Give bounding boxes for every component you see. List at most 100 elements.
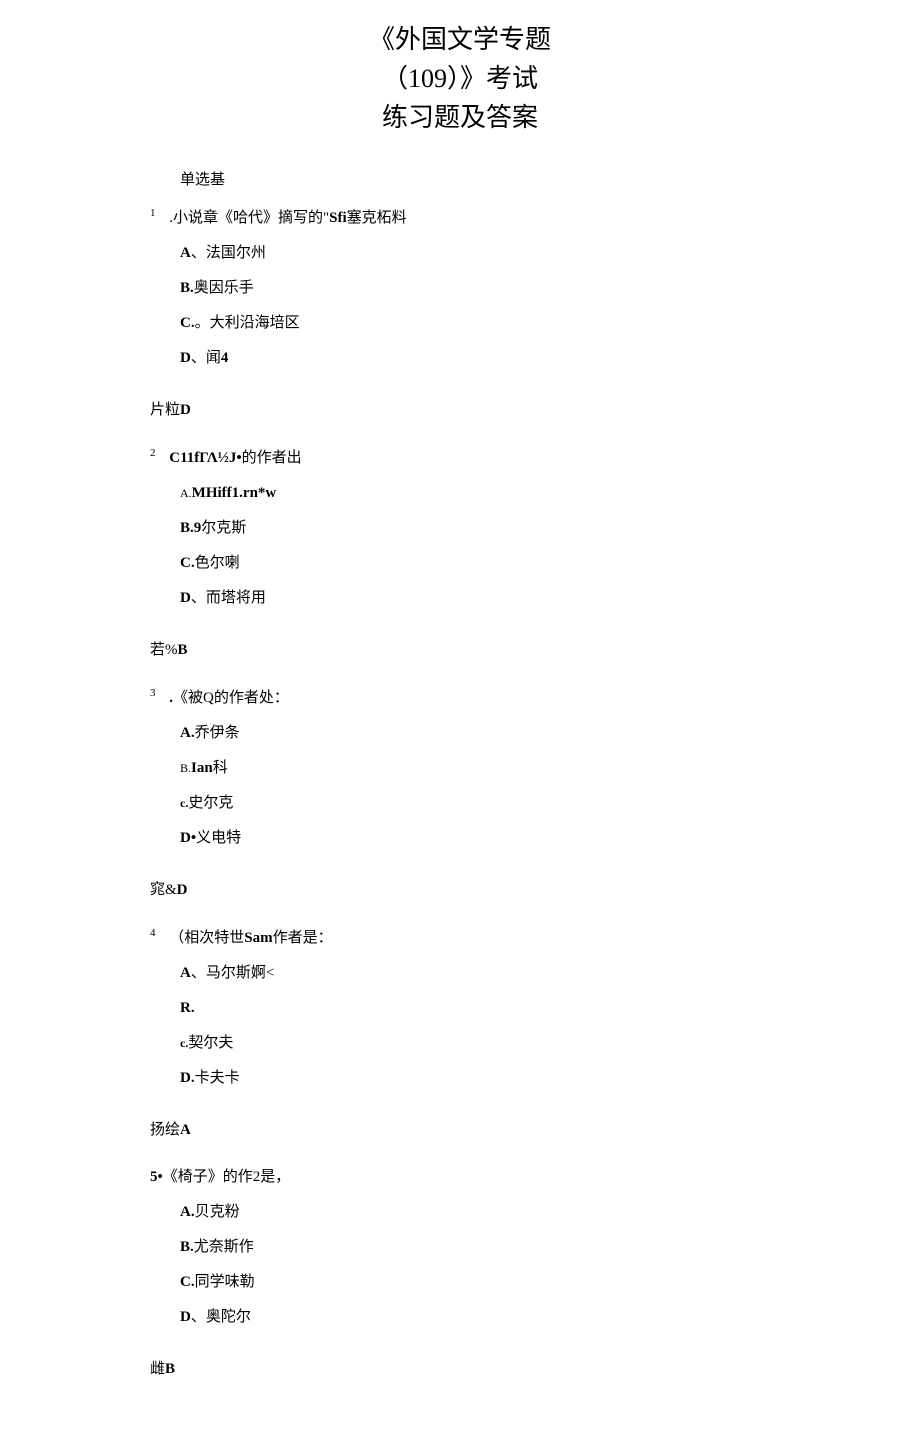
question-line: 1 .小说章《哈代》摘写的"Sfi塞克柘料 [150,204,770,232]
option-label: D [180,590,191,606]
question-block: 1 .小说章《哈代》摘写的"Sfi塞克柘料 A、法国尔州 B.奥因乐手 C.。大… [150,204,770,372]
option-sep: 。 [195,315,210,331]
option-a: A.贝克粉 [180,1199,770,1226]
question-block: 5•《椅子》的作2是， A.贝克粉 B.尤奈斯作 C.同学味勒 D、奥陀尔 [150,1164,770,1331]
answer-prefix: 片粒 [150,402,180,418]
option-label: A. [180,725,195,741]
question-block: 4 （相次特世Sam作者是： A、马尔斯婀< R. c.契尔夫 D.卡夫卡 [150,924,770,1092]
option-label: R. [180,1000,195,1016]
option-text: 奥陀尔 [206,1309,251,1325]
question-bold: C11fΓΛ½J• [169,450,241,466]
title-line-2: （109）》考试 [382,64,538,93]
option-label: A. [180,486,192,500]
answer-letter: D [177,882,188,898]
answer: 雌B [150,1356,770,1383]
option-label: A. [180,1204,195,1220]
option-label: A [180,965,191,981]
option-label: D. [180,1070,195,1086]
answer-prefix: 若% [150,642,178,658]
answer-letter: B [178,642,188,658]
option-c: C.色尔喇 [180,550,770,577]
document-title: 《外国文学专题 （109）》考试 练习题及答案 [150,20,770,137]
answer: 窕&D [150,877,770,904]
section-label: 单选基 [180,167,770,194]
question-bold: Sam [244,930,272,946]
option-c: c.契尔夫 [180,1030,770,1057]
option-text: 闻 [206,350,221,366]
option-text: 法国尔州 [206,245,266,261]
option-c: C.同学味勒 [180,1269,770,1296]
option-label: D [180,350,191,366]
answer: 若%B [150,637,770,664]
option-sep: 、 [191,590,206,606]
option-text: 色尔喇 [195,555,240,571]
option-text: 奥因乐手 [194,280,254,296]
option-label: C. [180,315,195,331]
answer-letter: D [180,402,191,418]
answer-prefix: 雌 [150,1361,165,1377]
answer-letter: A [180,1122,191,1138]
question-suffix: 作者是： [273,930,333,946]
option-label: C. [180,555,195,571]
option-bold-text: MHiff1.rn*w [192,485,277,501]
answer-prefix: 扬绘 [150,1122,180,1138]
answer: 扬绘A [150,1117,770,1144]
option-a: A.MHiff1.rn*w [180,480,770,507]
option-b: B.9尔克斯 [180,515,770,542]
option-text: 尔克斯 [201,520,246,536]
question-suffix: 的作者出 [242,450,302,466]
option-text: 贝克粉 [195,1204,240,1220]
option-b: B.Ian科 [180,755,770,782]
option-sep: 、 [191,1309,206,1325]
question-block: 3 .《被Q的作者处： A.乔伊条 B.Ian科 c.史尔克 D•义电特 [150,684,770,852]
option-b: B.尤奈斯作 [180,1234,770,1261]
question-number-inline: 5• [150,1169,163,1185]
option-d: D、奥陀尔 [180,1304,770,1331]
option-d: D•义电特 [180,825,770,852]
option-sep: 、 [191,965,206,981]
option-label: B. [180,1239,194,1255]
question-suffix: 塞克柘料 [347,210,407,226]
question-line: 4 （相次特世Sam作者是： [150,924,770,952]
option-d: D.卡夫卡 [180,1065,770,1092]
option-text: 马尔斯婀< [206,965,274,981]
option-text: 同学味勒 [195,1274,255,1290]
question-number: 1 [150,207,156,219]
option-label: B. [180,761,191,775]
question-prefix: .小说章《哈代》摘写的" [169,210,329,226]
option-a: A、马尔斯婀< [180,960,770,987]
question-bold: Sfi [329,210,347,226]
question-suffix: 《被Q的作者处： [173,690,289,706]
question-prefix: 《椅子》的作2是， [163,1169,291,1185]
option-c: c.史尔克 [180,790,770,817]
option-text: 尤奈斯作 [194,1239,254,1255]
option-text: 乔伊条 [195,725,240,741]
option-b: R. [180,995,770,1022]
option-text: 大利沿海培区 [210,315,300,331]
option-sep: 、 [191,350,206,366]
option-text: 义电特 [196,830,241,846]
option-sep: 、 [191,245,206,261]
option-label: B.9 [180,520,201,536]
option-text: 史尔克 [188,795,233,811]
answer-letter: B [165,1361,175,1377]
option-bold-suffix: 4 [221,350,229,366]
option-label: C. [180,1274,195,1290]
question-number: 3 [150,687,156,699]
option-d: D、而塔将用 [180,585,770,612]
option-text: 卡夫卡 [195,1070,240,1086]
question-block: 2 C11fΓΛ½J•的作者出 A.MHiff1.rn*w B.9尔克斯 C.色… [150,444,770,612]
option-text: 科 [213,760,228,776]
option-b: B.奥因乐手 [180,275,770,302]
question-line: 2 C11fΓΛ½J•的作者出 [150,444,770,472]
option-a: A、法国尔州 [180,240,770,267]
option-a: A.乔伊条 [180,720,770,747]
answer-prefix: 窕& [150,882,177,898]
question-number: 4 [150,927,156,939]
option-c: C.。大利沿海培区 [180,310,770,337]
title-line-3: 练习题及答案 [382,103,538,132]
option-text: 而塔将用 [206,590,266,606]
option-label: D [180,1309,191,1325]
option-label: D• [180,830,196,846]
question-number: 2 [150,447,156,459]
